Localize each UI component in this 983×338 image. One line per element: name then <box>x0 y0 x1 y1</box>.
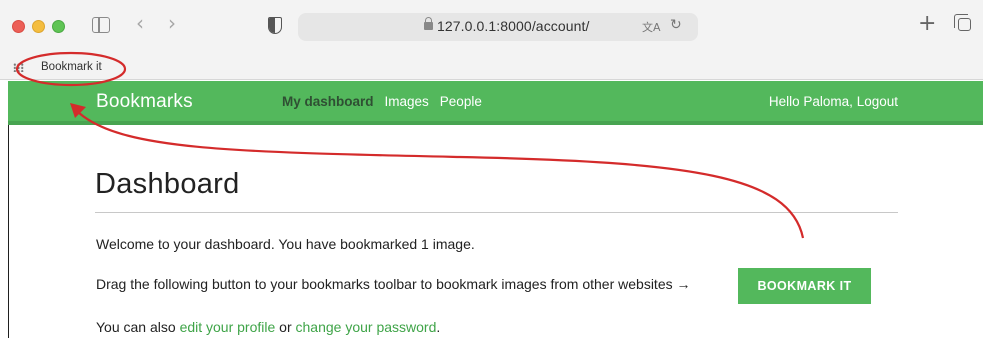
favorites-grid-icon[interactable] <box>13 63 24 72</box>
back-arrow-icon[interactable]: ‹ <box>136 13 144 33</box>
page-title: Dashboard <box>95 168 240 200</box>
edit-profile-link[interactable]: edit your profile <box>180 319 276 335</box>
address-bar[interactable]: 127.0.0.1:8000/account/ 文A ↻ <box>298 13 698 41</box>
site-logo[interactable]: Bookmarks <box>96 91 193 113</box>
bookmarks-bar: Bookmark it <box>0 56 983 80</box>
drag-instructions: Drag the following button to your bookma… <box>96 276 691 292</box>
title-divider <box>95 212 898 213</box>
logout-link[interactable]: Logout <box>857 94 898 109</box>
also-prefix: You can also <box>96 319 176 335</box>
or-text: or <box>279 319 292 335</box>
menu-item-dashboard[interactable]: My dashboard <box>282 94 374 109</box>
new-tab-icon[interactable]: + <box>918 12 936 36</box>
address-bar-url[interactable]: 127.0.0.1:8000/account/ <box>437 18 590 34</box>
content-left-border <box>8 125 9 338</box>
user-area: Hello Paloma, Logout <box>769 94 898 109</box>
zoom-window-button[interactable] <box>52 20 65 33</box>
profile-links-text: You can also edit your profile or change… <box>96 319 440 335</box>
close-window-button[interactable] <box>12 20 25 33</box>
translate-icon[interactable]: 文A <box>642 19 661 35</box>
period: . <box>436 319 441 335</box>
main-menu: My dashboard Images People <box>282 94 482 109</box>
menu-item-images[interactable]: Images <box>385 94 429 109</box>
reload-icon[interactable]: ↻ <box>670 17 682 33</box>
privacy-shield-icon[interactable] <box>268 17 282 34</box>
site-header: Bookmarks My dashboard Images People Hel… <box>8 81 983 125</box>
forward-arrow-icon[interactable]: › <box>168 13 176 33</box>
bookmark-it-button[interactable]: BOOKMARK IT <box>738 268 871 304</box>
browser-titlebar: ‹ › 127.0.0.1:8000/account/ 文A ↻ + <box>0 0 983 56</box>
user-greeting: Hello Paloma, <box>768 94 853 109</box>
tab-overview-icon[interactable] <box>954 14 971 31</box>
sidebar-toggle-icon[interactable] <box>92 17 110 33</box>
minimize-window-button[interactable] <box>32 20 45 33</box>
menu-item-people[interactable]: People <box>440 94 482 109</box>
lock-icon <box>424 17 433 30</box>
change-password-link[interactable]: change your password <box>296 319 437 335</box>
bookmark-it-bookmarklet[interactable]: Bookmark it <box>41 61 102 73</box>
welcome-text: Welcome to your dashboard. You have book… <box>96 236 475 252</box>
